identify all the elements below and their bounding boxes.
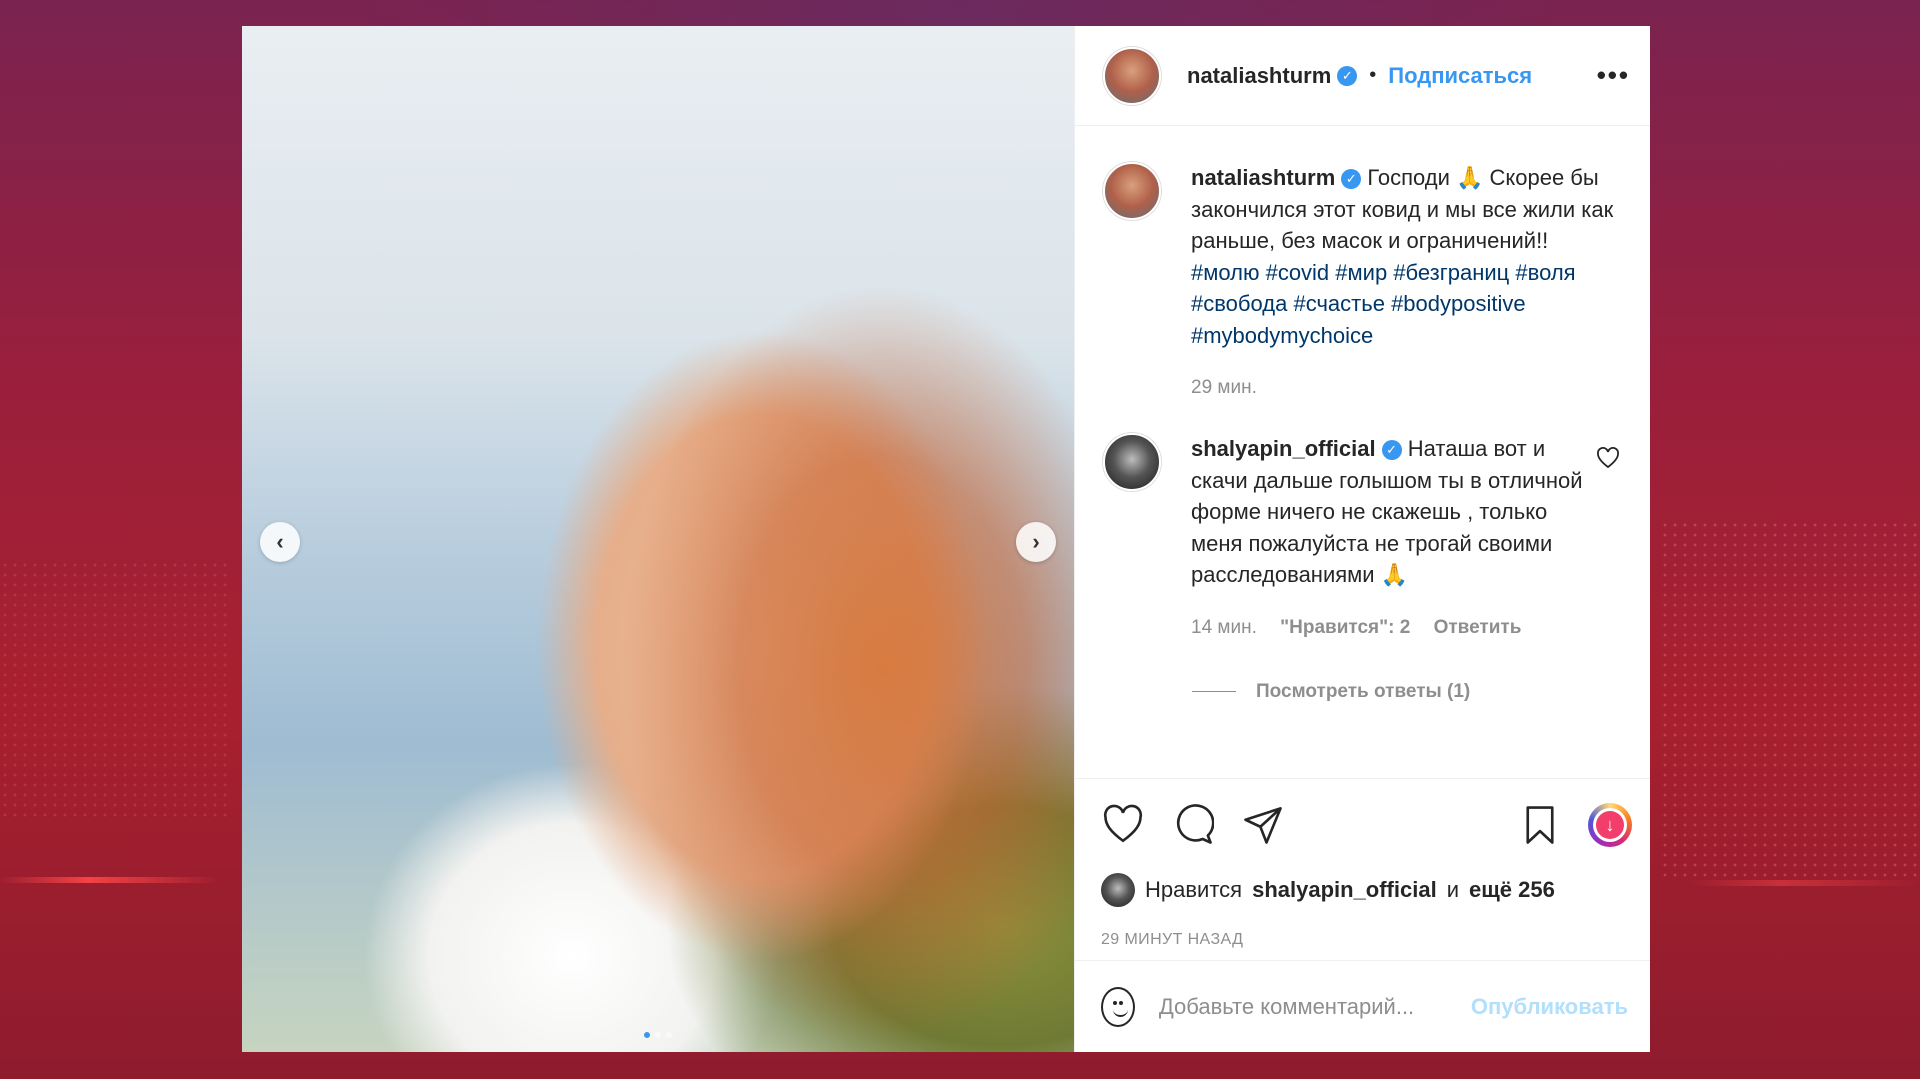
follow-button[interactable]: Подписаться [1388, 63, 1532, 89]
author-username[interactable]: nataliashturm [1187, 63, 1331, 89]
liker-avatar[interactable] [1101, 873, 1135, 907]
reply-button[interactable]: Ответить [1434, 617, 1522, 638]
instagram-post: ‹ › nataliashturm ✓ • Подписаться ••• na… [242, 26, 1650, 1052]
comment-meta: 14 мин. "Нравится": 2 Ответить [1191, 617, 1591, 639]
caption-text: nataliashturm ✓ Господи 🙏 Скорее бы закон… [1191, 162, 1621, 351]
commenter-avatar[interactable] [1103, 433, 1161, 491]
posted-time[interactable]: 29 МИНУТ НАЗАД [1075, 920, 1650, 960]
carousel-next-button[interactable]: › [1016, 522, 1056, 562]
hashtag-link[interactable]: #bodypositive [1391, 291, 1526, 316]
comment-text: shalyapin_official ✓ Наташа вот и скачи д… [1191, 433, 1591, 591]
view-replies[interactable]: Посмотреть ответы (1) [1192, 681, 1622, 703]
comment-author[interactable]: shalyapin_official [1191, 436, 1376, 461]
heart-outline-icon[interactable] [1596, 447, 1620, 469]
hashtag-link[interactable]: #mybodymychoice [1191, 323, 1373, 348]
hashtag-link[interactable]: #мир [1335, 260, 1387, 285]
separator-dot: • [1369, 64, 1377, 86]
background-red-streak [0, 877, 220, 883]
hashtag-link[interactable]: #воля [1515, 260, 1575, 285]
publish-button[interactable]: Опубликовать [1471, 994, 1628, 1020]
hashtag-link[interactable]: #счастье [1293, 291, 1384, 316]
verified-icon: ✓ [1337, 65, 1358, 86]
bookmark-icon[interactable] [1518, 803, 1562, 847]
more-options-icon[interactable]: ••• [1597, 60, 1630, 91]
carousel-dot [666, 1032, 672, 1038]
background-red-streak [1690, 880, 1920, 886]
view-replies-label[interactable]: Посмотреть ответы (1) [1256, 681, 1470, 703]
like-icon[interactable] [1101, 803, 1145, 847]
action-bar: ↓ [1075, 778, 1650, 870]
hashtag-link[interactable]: #свобода [1191, 291, 1287, 316]
comment: shalyapin_official ✓ Наташа вот и скачи д… [1103, 433, 1622, 639]
liker-username[interactable]: shalyapin_official [1252, 877, 1437, 903]
carousel-prev-button[interactable]: ‹ [260, 522, 300, 562]
verified-icon: ✓ [1341, 169, 1362, 189]
verified-icon: ✓ [1381, 440, 1402, 460]
carousel-dot [655, 1032, 661, 1038]
post-header: nataliashturm ✓ • Подписаться ••• [1075, 26, 1650, 126]
comment-time[interactable]: 14 мин. [1191, 617, 1257, 638]
post-sidebar: nataliashturm ✓ • Подписаться ••• natali… [1074, 26, 1650, 1052]
comments-section: nataliashturm ✓ Господи 🙏 Скорее бы закон… [1075, 126, 1650, 778]
emoji-icon[interactable] [1101, 986, 1135, 1027]
comment-input[interactable] [1156, 992, 1449, 1021]
hashtag-link[interactable]: #covid [1266, 260, 1330, 285]
hashtag-link[interactable]: #безграниц [1393, 260, 1509, 285]
comment-icon[interactable] [1171, 803, 1215, 847]
carousel-indicator [242, 1032, 1074, 1038]
caption: nataliashturm ✓ Господи 🙏 Скорее бы закон… [1103, 162, 1622, 399]
share-icon[interactable] [1241, 803, 1285, 847]
background-dot-pattern [0, 560, 230, 820]
comment-likes[interactable]: "Нравится": 2 [1280, 617, 1410, 638]
background-dot-pattern [1660, 520, 1920, 880]
likes-count[interactable]: ещё 256 [1469, 877, 1555, 903]
add-comment-bar: Опубликовать [1075, 960, 1650, 1052]
caption-hashtags: #молю #covid #мир #безграниц #воля #своб… [1191, 260, 1576, 348]
hashtag-link[interactable]: #молю [1191, 260, 1259, 285]
likes-conj: и [1446, 877, 1459, 902]
caption-author[interactable]: nataliashturm [1191, 165, 1335, 190]
replies-line [1192, 691, 1236, 692]
post-photo: ‹ › [242, 26, 1074, 1052]
likes-prefix: Нравится [1145, 877, 1243, 902]
likes-summary: Нравится shalyapin_official и ещё 256 [1075, 870, 1650, 910]
download-extension-icon[interactable]: ↓ [1588, 802, 1632, 847]
author-avatar[interactable] [1103, 46, 1161, 105]
caption-avatar[interactable] [1103, 162, 1161, 220]
carousel-dot [644, 1032, 650, 1038]
caption-time[interactable]: 29 мин. [1191, 377, 1621, 399]
